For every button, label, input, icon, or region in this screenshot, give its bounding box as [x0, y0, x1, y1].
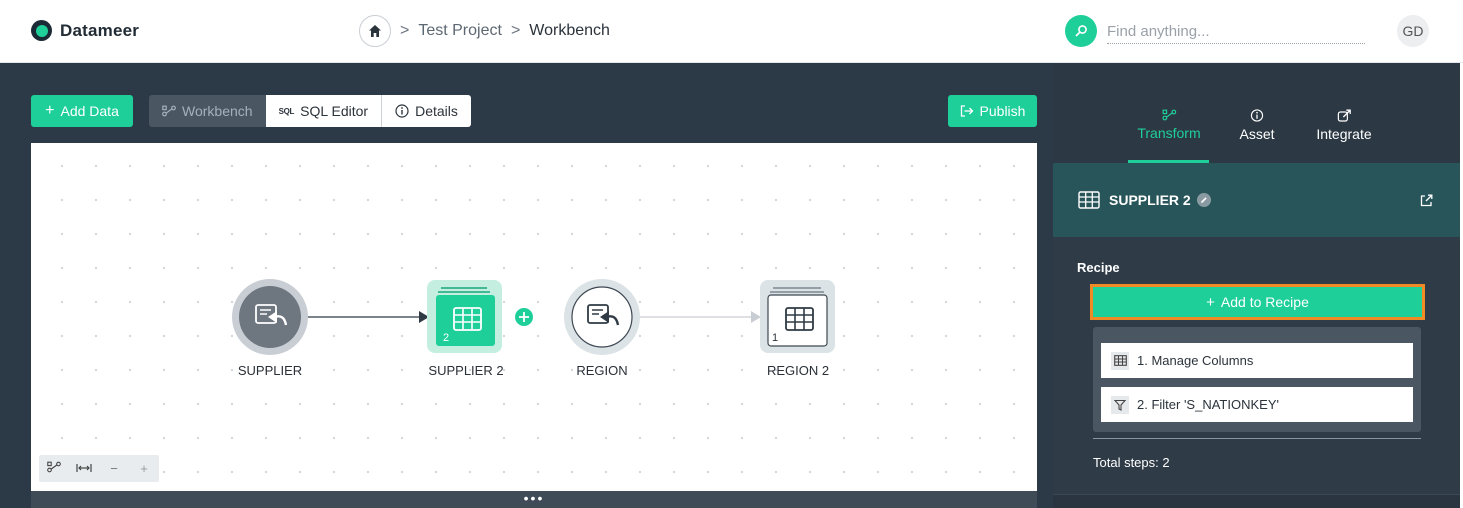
tab-details-label: Details [415, 103, 458, 119]
logo-icon [31, 20, 52, 41]
app-name: Datameer [60, 20, 140, 40]
recipe-step[interactable]: 2. Filter 'S_NATIONKEY' [1101, 387, 1413, 422]
home-button[interactable] [359, 15, 391, 47]
table-icon [1078, 191, 1100, 209]
fit-button[interactable] [72, 461, 96, 476]
canvas-resize-handle[interactable]: ••• [31, 491, 1037, 508]
more-dots-icon: ••• [523, 489, 545, 506]
plus-icon: + [45, 102, 55, 119]
panel-tabs: Transform Asset Integrate [1053, 63, 1460, 163]
top-bar: Datameer > Test Project > Workbench GD [0, 0, 1463, 63]
table-icon [1111, 351, 1129, 370]
breadcrumb-separator: > [400, 22, 410, 39]
panel-footer [1053, 494, 1460, 508]
add-to-recipe-button[interactable]: + Add to Recipe [1090, 284, 1425, 320]
edge-arrow [751, 311, 761, 323]
node-badge: 1 [772, 332, 779, 344]
workbench-canvas[interactable]: 2 1 SUPPLIER SUPPLIER 2 REGION REGION 2 [31, 143, 1037, 491]
view-switcher: Workbench SQL SQL Editor Details [149, 95, 471, 127]
home-icon [369, 25, 381, 37]
add-node-button[interactable] [513, 306, 535, 328]
tab-sql-editor[interactable]: SQL SQL Editor [265, 95, 382, 127]
tab-asset[interactable]: Asset [1239, 109, 1275, 142]
node-label-supplier-2: SUPPLIER 2 [428, 363, 504, 378]
filter-icon [1111, 395, 1129, 414]
zoom-in-button[interactable]: + [132, 461, 156, 476]
sql-icon: SQL [278, 106, 295, 116]
asset-title: SUPPLIER 2 [1109, 192, 1211, 208]
tab-workbench-label: Workbench [182, 103, 253, 119]
tab-integrate-label: Integrate [1316, 126, 1372, 142]
divider [1093, 438, 1421, 439]
tab-sql-editor-label: SQL Editor [300, 103, 369, 119]
workflow-icon [47, 461, 61, 473]
recipe-step-label: 1. Manage Columns [1137, 353, 1254, 368]
add-data-button[interactable]: + Add Data [31, 95, 133, 127]
global-search [1065, 15, 1365, 47]
recipe-step[interactable]: 1. Manage Columns [1101, 343, 1413, 378]
breadcrumb-current: Workbench [529, 22, 610, 39]
tab-details[interactable]: Details [381, 95, 471, 127]
breadcrumb: > Test Project > Workbench [359, 15, 610, 47]
recipe-step-label: 2. Filter 'S_NATIONKEY' [1137, 397, 1279, 412]
user-avatar[interactable]: GD [1397, 15, 1429, 47]
fit-width-icon [76, 464, 92, 472]
plus-icon: + [1206, 293, 1215, 311]
tab-transform-label: Transform [1137, 125, 1201, 141]
publish-label: Publish [979, 103, 1026, 119]
node-supplier-2[interactable] [427, 280, 502, 353]
publish-button[interactable]: Publish [948, 95, 1037, 127]
edit-name-button[interactable] [1196, 193, 1211, 207]
breadcrumb-project[interactable]: Test Project [418, 22, 502, 40]
node-label-supplier: SUPPLIER [237, 363, 303, 378]
recipe-heading: Recipe [1077, 260, 1120, 275]
total-steps: Total steps: 2 [1093, 455, 1170, 470]
node-region[interactable] [564, 279, 640, 355]
node-label-region: REGION [576, 363, 628, 378]
zoom-controls: − + [39, 455, 159, 482]
info-icon [395, 104, 409, 118]
integrate-icon [1337, 109, 1351, 122]
add-to-recipe-label: Add to Recipe [1220, 294, 1309, 310]
search-button[interactable] [1065, 15, 1097, 47]
node-label-region-2: REGION 2 [766, 363, 830, 378]
right-panel: Transform Asset Integrate SUPPLIER 2 Rec… [1053, 63, 1460, 508]
app-logo[interactable]: Datameer [31, 20, 139, 41]
info-icon [1250, 109, 1264, 122]
workflow-icon [1162, 109, 1176, 121]
node-supplier[interactable] [232, 279, 308, 355]
tab-asset-label: Asset [1239, 126, 1275, 142]
search-icon [1075, 25, 1087, 37]
recipe-steps: 1. Manage Columns 2. Filter 'S_NATIONKEY… [1093, 327, 1421, 432]
publish-icon [960, 105, 973, 117]
tab-integrate[interactable]: Integrate [1316, 109, 1372, 142]
tab-workbench[interactable]: Workbench [149, 95, 266, 127]
node-badge: 2 [443, 332, 450, 344]
search-input[interactable] [1107, 18, 1365, 44]
tab-transform[interactable]: Transform [1137, 109, 1201, 141]
zoom-out-button[interactable]: − [102, 461, 126, 476]
workflow-icon [162, 105, 176, 117]
breadcrumb-separator: > [510, 22, 521, 39]
asset-name: SUPPLIER 2 [1109, 192, 1191, 208]
pencil-icon [1200, 197, 1207, 203]
add-data-label: Add Data [60, 103, 119, 119]
layout-button[interactable] [42, 461, 66, 476]
flow-graph [232, 279, 835, 355]
open-external-icon[interactable] [1420, 194, 1433, 207]
